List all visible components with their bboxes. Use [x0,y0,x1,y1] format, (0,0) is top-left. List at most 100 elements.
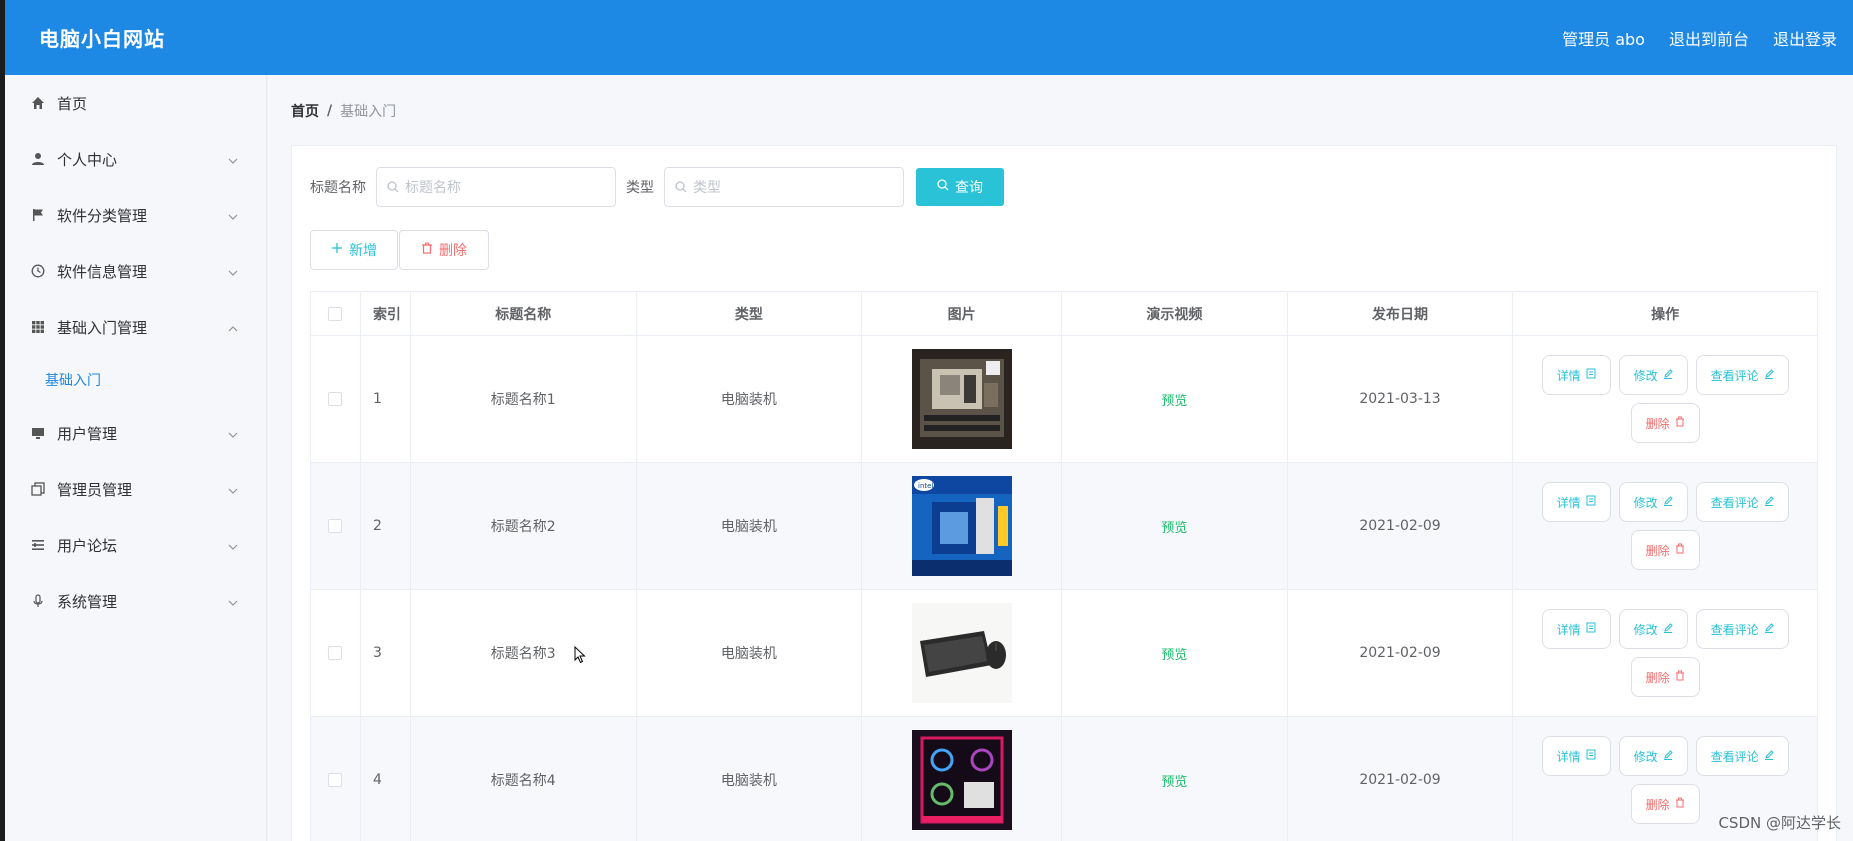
breadcrumb: 首页 / 基础入门 [291,101,396,121]
sidebar-item-3[interactable]: 软件信息管理 [5,243,266,299]
detail-button[interactable]: 详情 [1541,736,1611,776]
edit-button[interactable]: 修改 [1618,355,1688,395]
chevron-down-icon [228,426,242,440]
chevron-down-icon [228,208,242,222]
monitor-icon [29,424,47,442]
document-icon [1586,749,1596,763]
mic-icon [29,592,47,610]
intel-cpu-box-photo: intel [911,476,1012,576]
admin-name: 管理员 abo [1562,29,1645,49]
pencil-icon [1764,368,1774,382]
sidebar-item-2[interactable]: 软件分类管理 [5,187,266,243]
sidebar-item-label: 个人中心 [57,150,118,169]
back-to-front-link[interactable]: 退出到前台 [1669,26,1749,50]
header-actions: 管理员 abo 退出到前台 退出登录 [1562,26,1837,50]
add-button-label: 新增 [349,243,377,259]
detail-button-label: 详情 [1556,749,1581,764]
sidebar-item-6[interactable]: 管理员管理 [5,461,266,517]
motherboard-photo [911,349,1012,449]
edit-button-label: 修改 [1633,368,1658,383]
view-comments-button[interactable]: 查看评论 [1695,482,1789,522]
row-checkbox-cell [311,463,361,589]
window-edge [0,0,5,841]
main-content: 首页 / 基础入门 标题名称 标题名称 类型 类型 查询 新增 删除 索引 标题… [268,75,1853,841]
copy-icon [29,480,47,498]
bulk-delete-button[interactable]: 删除 [399,230,489,270]
table-header-row: 索引 标题名称 类型 图片 演示视频 发布日期 操作 [311,292,1817,336]
sidebar-item-7[interactable]: 用户论坛 [5,517,266,573]
header-type: 类型 [637,292,863,335]
add-button[interactable]: 新增 [310,230,398,270]
header-image: 图片 [862,292,1062,335]
edit-button[interactable]: 修改 [1618,736,1688,776]
edit-button-label: 修改 [1633,749,1658,764]
row-delete-button[interactable]: 删除 [1630,657,1700,697]
grid-icon [29,318,47,336]
row-index: 3 [361,590,411,716]
title-search-placeholder: 标题名称 [405,180,461,196]
video-preview-link[interactable]: 预览 [1161,517,1187,536]
bulk-actions: 新增 删除 [310,230,489,270]
document-icon [1586,495,1596,509]
query-button[interactable]: 查询 [916,168,1004,206]
row-checkbox-cell [311,590,361,716]
header-checkbox-cell [311,292,361,335]
detail-button[interactable]: 详情 [1541,609,1611,649]
data-table: 索引 标题名称 类型 图片 演示视频 发布日期 操作 1 标题名称1 电脑装机 预览 2… [310,291,1818,841]
row-delete-button[interactable]: 删除 [1630,784,1700,824]
detail-button[interactable]: 详情 [1541,355,1611,395]
site-brand: 电脑小白网站 [39,27,165,51]
logout-link[interactable]: 退出登录 [1773,26,1837,50]
edit-button[interactable]: 修改 [1618,482,1688,522]
sidebar-item-8[interactable]: 系统管理 [5,573,266,629]
detail-button-label: 详情 [1556,622,1581,637]
sidebar-item-label: 软件信息管理 [57,262,148,281]
breadcrumb-home[interactable]: 首页 [291,101,319,121]
video-preview-link[interactable]: 预览 [1161,771,1187,790]
view-comments-button[interactable]: 查看评论 [1695,736,1789,776]
chevron-down-icon [228,538,242,552]
sidebar-item-1[interactable]: 个人中心 [5,131,266,187]
bulk-delete-label: 删除 [439,243,467,259]
view-comments-button[interactable]: 查看评论 [1695,355,1789,395]
view-comments-button[interactable]: 查看评论 [1695,609,1789,649]
submenu-item-basics[interactable]: 基础入门 [5,355,266,405]
sidebar-item-4[interactable]: 基础入门管理 [5,299,266,355]
row-date: 2021-03-13 [1288,336,1514,462]
row-type: 电脑装机 [637,336,863,462]
row-index: 2 [361,463,411,589]
row-checkbox[interactable] [328,392,343,406]
video-preview-link[interactable]: 预览 [1161,390,1187,409]
row-delete-button[interactable]: 删除 [1630,530,1700,570]
view-comments-label: 查看评论 [1710,368,1759,383]
row-ops: 详情 修改 查看评论删除 [1513,463,1817,589]
title-search-input[interactable]: 标题名称 [376,167,616,207]
type-search-label: 类型 [626,180,654,196]
video-preview-link[interactable]: 预览 [1161,644,1187,663]
row-checkbox[interactable] [328,646,343,660]
row-checkbox[interactable] [328,519,343,533]
row-type: 电脑装机 [637,463,863,589]
sidebar-item-label: 首页 [57,94,88,113]
chevron-down-icon [228,152,242,166]
pencil-icon [1764,622,1774,636]
row-checkbox[interactable] [328,773,343,787]
sidebar-item-0[interactable]: 首页 [5,75,266,131]
watermark: CSDN @阿达学长 [1718,814,1841,832]
row-index: 4 [361,717,411,841]
pencil-icon [1764,495,1774,509]
header-title: 标题名称 [411,292,637,335]
row-image-cell: intel [862,463,1062,589]
view-comments-label: 查看评论 [1710,749,1759,764]
header-date: 发布日期 [1288,292,1514,335]
type-search-placeholder: 类型 [693,180,721,196]
type-search-input[interactable]: 类型 [664,167,904,207]
row-delete-button[interactable]: 删除 [1630,403,1700,443]
sidebar-item-5[interactable]: 用户管理 [5,405,266,461]
detail-button-label: 详情 [1556,368,1581,383]
detail-button[interactable]: 详情 [1541,482,1611,522]
select-all-checkbox[interactable] [328,306,343,321]
edit-button[interactable]: 修改 [1618,609,1688,649]
view-comments-label: 查看评论 [1710,622,1759,637]
home-icon [29,94,47,112]
